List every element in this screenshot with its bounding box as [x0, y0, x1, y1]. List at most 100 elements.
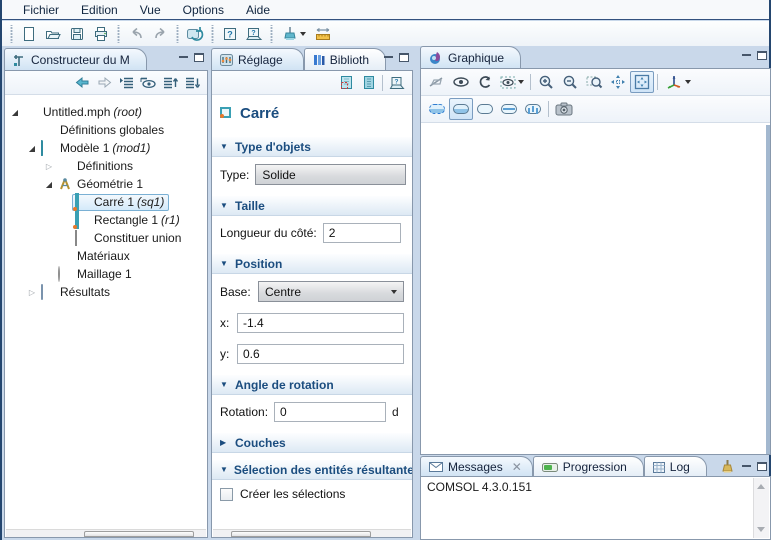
scroll-down-icon[interactable]	[757, 527, 765, 532]
expand-icon[interactable]: ◢	[9, 108, 21, 117]
model-tree: ◢ Untitled.mph (root) Définitions globale…	[5, 95, 207, 301]
minimize-icon[interactable]	[384, 56, 393, 63]
collapse-icon[interactable]: ▷	[26, 288, 38, 297]
section-layers-header[interactable]: ▶ Couches	[212, 432, 412, 453]
clear-paint-icon[interactable]	[277, 23, 311, 45]
section-type-header[interactable]: ▼ Type d'objets	[212, 136, 412, 157]
refresh-icon[interactable]	[473, 71, 497, 93]
tree-item-model1[interactable]: ◢ Modèle 1 (mod1)	[5, 139, 207, 157]
section-rotation-header[interactable]: ▼ Angle de rotation	[212, 374, 412, 395]
move-down-icon[interactable]	[181, 73, 203, 93]
minimize-icon[interactable]	[742, 54, 751, 61]
save-icon[interactable]	[65, 23, 89, 45]
tab-graphics[interactable]: Graphique	[420, 46, 522, 69]
chevron-down-icon	[685, 80, 691, 84]
tree-item-geometry1[interactable]: ◢ Géométrie 1	[5, 175, 207, 193]
deselect-icon[interactable]	[473, 98, 497, 120]
menu-fichier[interactable]: Fichier	[12, 1, 70, 19]
build-selected-icon[interactable]	[335, 73, 357, 93]
measure-icon[interactable]	[311, 23, 335, 45]
maximize-icon[interactable]	[194, 53, 204, 62]
section-resulting-selection-header[interactable]: ▼ Sélection des entités résultante	[212, 459, 412, 480]
select-cross-icon[interactable]	[521, 98, 545, 120]
clear-paint-dropdown[interactable]	[300, 31, 306, 36]
axes-orientation-icon[interactable]	[661, 71, 695, 93]
tree-item-square1[interactable]: Carré 1 (sq1)	[5, 193, 207, 211]
select-rounded-icon[interactable]	[449, 98, 473, 120]
create-selections-checkbox[interactable]	[220, 487, 233, 501]
tree-item-form-union[interactable]: Constituer union	[5, 229, 207, 247]
base-select[interactable]: Centre	[258, 281, 404, 302]
y-input[interactable]	[237, 344, 404, 364]
tree-item-definitions[interactable]: ▷ Définitions	[5, 157, 207, 175]
tree-item-mesh1[interactable]: Maillage 1	[5, 265, 207, 283]
update-solution-icon[interactable]	[183, 23, 207, 45]
maximize-icon[interactable]	[757, 461, 767, 471]
expand-icon[interactable]: ◢	[43, 180, 55, 189]
tab-messages[interactable]: Messages ✕	[420, 456, 533, 477]
show-icon[interactable]	[137, 73, 159, 93]
scrollbar-thumb[interactable]	[231, 531, 371, 537]
zoom-extents-icon[interactable]	[606, 71, 630, 93]
redo-icon[interactable]	[148, 23, 172, 45]
select-line-icon[interactable]	[497, 98, 521, 120]
tab-settings[interactable]: Réglage	[211, 48, 304, 71]
forward-icon[interactable]	[93, 73, 115, 93]
model-builder-toolbar	[5, 71, 207, 95]
minimize-icon[interactable]	[179, 56, 188, 63]
minimize-icon[interactable]	[742, 464, 751, 472]
zoom-out-icon[interactable]	[558, 71, 582, 93]
horizontal-scrollbar[interactable]	[213, 529, 411, 537]
maximize-icon[interactable]	[399, 53, 409, 62]
snapshot-icon[interactable]	[552, 98, 576, 120]
open-file-icon[interactable]	[41, 23, 65, 45]
maximize-icon[interactable]	[757, 51, 767, 60]
tree-item-results[interactable]: ▷ Résultats	[5, 283, 207, 301]
zoom-in-icon[interactable]	[534, 71, 558, 93]
vertical-scrollbar[interactable]	[753, 478, 769, 538]
collapse-all-icon[interactable]	[115, 73, 137, 93]
tab-progress[interactable]: Progression	[532, 456, 644, 477]
clear-messages-icon[interactable]	[721, 459, 734, 473]
view-options-icon[interactable]	[497, 71, 527, 93]
type-select[interactable]: Solide	[255, 164, 406, 185]
horizontal-scrollbar[interactable]	[6, 529, 206, 537]
visibility-icon[interactable]	[449, 71, 473, 93]
documentation-icon[interactable]: ?	[386, 73, 408, 93]
back-icon[interactable]	[71, 73, 93, 93]
graphics-canvas[interactable]	[421, 125, 770, 454]
help-icon[interactable]: ?	[218, 23, 242, 45]
scrollbar-thumb[interactable]	[84, 531, 194, 537]
tab-library[interactable]: Biblioth	[303, 48, 387, 71]
menu-edition[interactable]: Edition	[70, 1, 129, 19]
menu-aide[interactable]: Aide	[235, 1, 281, 19]
move-up-icon[interactable]	[159, 73, 181, 93]
close-icon[interactable]: ✕	[512, 460, 522, 474]
documentation-icon[interactable]: ?	[242, 23, 266, 45]
new-file-icon[interactable]	[17, 23, 41, 45]
select-box-icon[interactable]	[425, 98, 449, 120]
fit-view-icon[interactable]	[630, 71, 654, 93]
tree-item-global-definitions[interactable]: Définitions globales	[5, 121, 207, 139]
hide-icon[interactable]	[425, 71, 449, 93]
print-icon[interactable]	[89, 23, 113, 45]
tree-item-materials[interactable]: Matériaux	[5, 247, 207, 265]
undo-icon[interactable]	[124, 23, 148, 45]
model-builder-panel: Constructeur du M ◢ Untitled.mph (root) …	[4, 47, 208, 538]
collapse-icon[interactable]: ▷	[43, 162, 55, 171]
section-size-header[interactable]: ▼ Taille	[212, 195, 412, 216]
build-all-icon[interactable]	[357, 73, 379, 93]
scroll-up-icon[interactable]	[757, 484, 765, 489]
tree-item-root[interactable]: ◢ Untitled.mph (root)	[5, 103, 207, 121]
rotation-input[interactable]	[274, 402, 387, 422]
expand-icon[interactable]: ◢	[26, 144, 38, 153]
menu-options[interactable]: Options	[172, 1, 235, 19]
section-position-header[interactable]: ▼ Position	[212, 253, 412, 274]
zoom-box-icon[interactable]	[582, 71, 606, 93]
tab-model-builder[interactable]: Constructeur du M	[4, 48, 147, 71]
menu-vue[interactable]: Vue	[129, 1, 172, 19]
tab-log[interactable]: Log	[643, 456, 707, 477]
x-input[interactable]	[237, 313, 404, 333]
side-length-input[interactable]	[322, 223, 401, 243]
tree-item-rectangle1[interactable]: Rectangle 1 (r1)	[5, 211, 207, 229]
